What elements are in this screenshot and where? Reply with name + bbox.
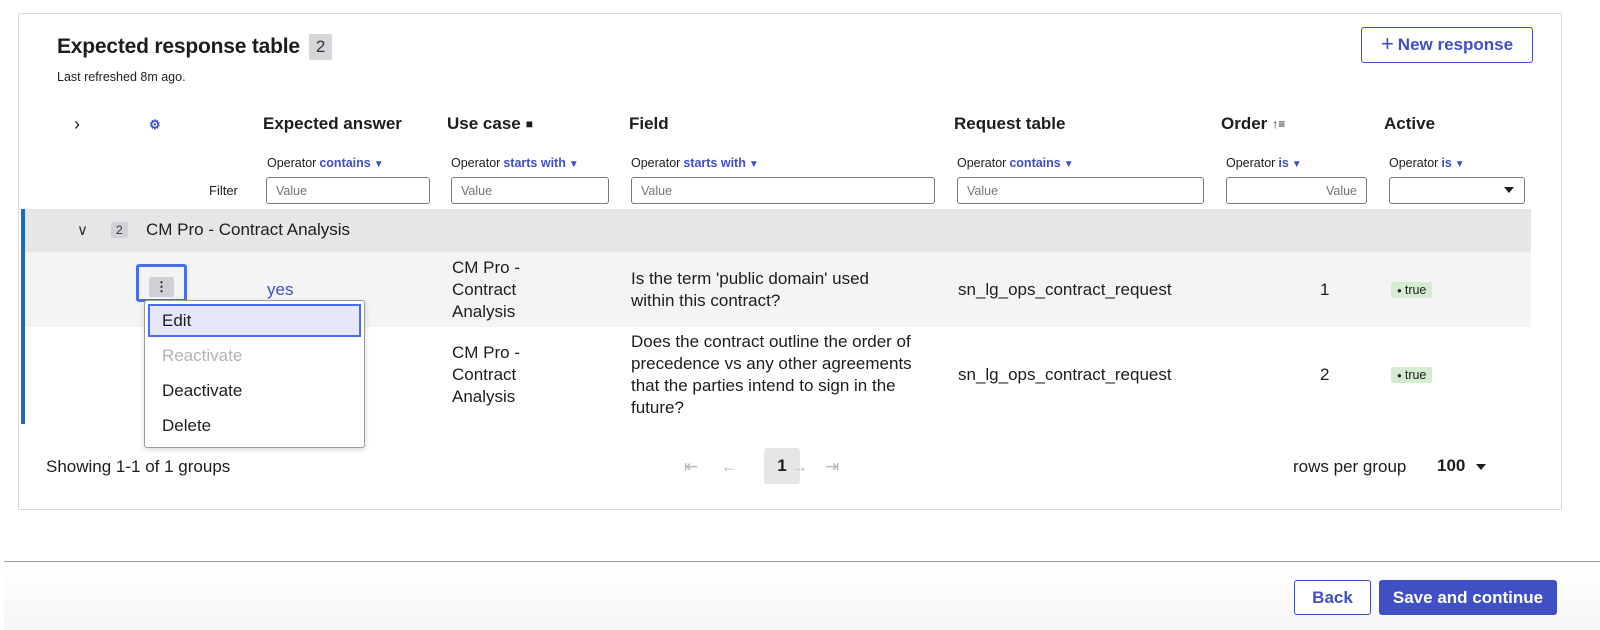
last-refreshed-text: Last refreshed 8m ago. <box>57 70 186 84</box>
sort-ascending-icon: ↑≡ <box>1272 117 1286 131</box>
filter-input-request-table[interactable] <box>957 177 1204 204</box>
menu-item-delete[interactable]: Delete <box>148 409 361 442</box>
column-header-label: Order <box>1221 114 1268 133</box>
group-label: CM Pro - Contract Analysis <box>146 220 351 239</box>
column-header-label: Expected answer <box>263 114 402 133</box>
use-case-cell: CM Pro - Contract Analysis <box>452 258 520 321</box>
column-header-label: Use case <box>447 114 521 133</box>
field-cell: Is the term 'public domain' used within … <box>631 269 869 310</box>
last-page-icon[interactable]: ⇥ <box>825 457 839 477</box>
request-table-cell: sn_lg_ops_contract_request <box>958 280 1172 299</box>
operator-active[interactable]: Operator is ▼ <box>1389 156 1465 170</box>
expected-answer-link[interactable]: yes <box>267 279 293 301</box>
save-and-continue-button[interactable]: Save and continue <box>1379 580 1557 615</box>
filter-input-use-case[interactable] <box>451 177 609 204</box>
plus-icon: + <box>1380 31 1394 56</box>
column-header-field[interactable]: Field <box>629 114 669 134</box>
operator-value: is <box>1278 156 1289 170</box>
filter-input-order[interactable] <box>1226 177 1367 204</box>
personalize-columns-icon[interactable]: ⚙ <box>149 117 161 133</box>
operator-label: Operator <box>451 156 501 170</box>
operator-use-case[interactable]: Operator starts with ▼ <box>451 156 579 170</box>
filter-label: Filter <box>209 183 238 198</box>
rows-per-group-select[interactable]: 100 <box>1437 456 1465 476</box>
operator-expected-answer[interactable]: Operator contains ▼ <box>267 156 384 170</box>
group-count-badge: 2 <box>111 222 128 238</box>
back-button[interactable]: Back <box>1294 580 1371 615</box>
order-cell: 2 <box>1320 365 1330 384</box>
expand-all-chevron-icon[interactable]: › <box>74 114 80 135</box>
filter-select-active[interactable] <box>1389 177 1525 204</box>
active-status-badge: ● true <box>1391 367 1433 383</box>
operator-label: Operator <box>267 156 317 170</box>
menu-item-deactivate[interactable]: Deactivate <box>148 374 361 407</box>
column-header-order[interactable]: Order ↑≡ <box>1221 114 1285 134</box>
group-row[interactable]: ∨ 2 CM Pro - Contract Analysis <box>21 209 1531 252</box>
first-page-icon[interactable]: ⇤ <box>684 457 698 477</box>
operator-label: Operator <box>631 156 681 170</box>
caret-down-icon: ▼ <box>748 159 759 170</box>
operator-label: Operator <box>1226 156 1276 170</box>
order-cell: 1 <box>1320 280 1330 299</box>
previous-page-icon[interactable]: ← <box>721 457 738 477</box>
caret-down-icon: ▼ <box>568 159 579 170</box>
operator-value: starts with <box>683 156 746 170</box>
filter-input-field[interactable] <box>631 177 935 204</box>
more-options-icon[interactable]: ⋮ <box>149 277 174 297</box>
use-case-cell: CM Pro - Contract Analysis <box>452 343 520 406</box>
column-header-use-case[interactable]: Use case ■ <box>447 114 533 134</box>
column-header-label: Active <box>1384 114 1436 133</box>
operator-request-table[interactable]: Operator contains ▼ <box>957 156 1074 170</box>
collapse-chevron-icon[interactable]: ∨ <box>77 221 88 239</box>
new-response-label: New response <box>1397 35 1514 54</box>
operator-value: contains <box>319 156 371 170</box>
active-status-label: true <box>1404 283 1427 297</box>
operator-value: is <box>1441 156 1452 170</box>
record-count-badge: 2 <box>308 34 333 60</box>
request-table-cell: sn_lg_ops_contract_request <box>958 365 1172 384</box>
operator-label: Operator <box>1389 156 1439 170</box>
new-response-button[interactable]: + New response <box>1361 27 1533 63</box>
menu-item-edit[interactable]: Edit <box>148 304 361 337</box>
table-title: Expected response table <box>57 35 300 58</box>
operator-field[interactable]: Operator starts with ▼ <box>631 156 759 170</box>
rows-per-group-label: rows per group <box>1293 457 1407 476</box>
next-page-icon[interactable]: → <box>791 457 808 477</box>
caret-down-icon: ▼ <box>1291 159 1302 170</box>
active-status-label: true <box>1404 368 1427 382</box>
field-cell: Does the contract outline the order of p… <box>631 332 912 417</box>
table-header: Expected response table 2 <box>57 34 333 60</box>
active-status-badge: ● true <box>1391 282 1433 298</box>
column-header-active[interactable]: Active <box>1384 114 1435 134</box>
caret-down-icon[interactable] <box>1476 464 1486 470</box>
row-actions-focus-ring[interactable]: ⋮ <box>136 264 187 302</box>
caret-down-icon: ▼ <box>1063 159 1074 170</box>
column-header-label: Request table <box>954 114 1066 133</box>
status-dot-icon: ● <box>1397 371 1402 381</box>
status-dot-icon: ● <box>1397 286 1402 296</box>
operator-label: Operator <box>957 156 1007 170</box>
caret-down-icon <box>1504 187 1514 193</box>
folder-icon: ■ <box>525 117 533 131</box>
operator-order[interactable]: Operator is ▼ <box>1226 156 1302 170</box>
caret-down-icon: ▼ <box>1454 159 1465 170</box>
column-header-expected-answer[interactable]: Expected answer <box>263 114 402 134</box>
column-header-request-table[interactable]: Request table <box>954 114 1065 134</box>
row-context-menu: Edit Reactivate Deactivate Delete <box>144 300 365 448</box>
caret-down-icon: ▼ <box>373 159 384 170</box>
menu-item-reactivate: Reactivate <box>162 346 243 365</box>
column-header-label: Field <box>629 114 669 133</box>
showing-groups-text: Showing 1-1 of 1 groups <box>46 457 231 476</box>
operator-value: starts with <box>503 156 566 170</box>
operator-value: contains <box>1009 156 1061 170</box>
filter-input-expected-answer[interactable] <box>266 177 430 204</box>
